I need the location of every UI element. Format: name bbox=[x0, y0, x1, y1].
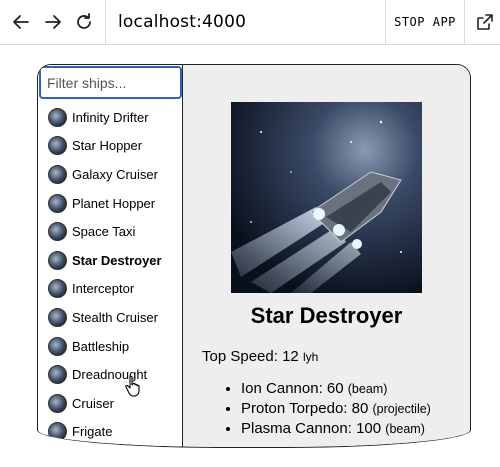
ship-list-item[interactable]: Frigate bbox=[38, 418, 182, 447]
weapon-item: Ion Cannon: 60 (beam) bbox=[241, 380, 431, 400]
ship-list-item[interactable]: Galaxy Cruiser bbox=[38, 160, 182, 189]
ship-name: Star Destroyer bbox=[72, 252, 162, 268]
weapon-type: (beam) bbox=[347, 382, 388, 396]
browser-toolbar: localhost:4000 STOP APP bbox=[0, 0, 500, 45]
ship-name: Infinity Drifter bbox=[72, 109, 149, 125]
ship-list-item[interactable]: Interceptor bbox=[38, 275, 182, 304]
weapon-type: (projectile) bbox=[372, 402, 431, 416]
top-speed-label: Top Speed: bbox=[202, 348, 278, 365]
ship-name: Interceptor bbox=[72, 281, 135, 297]
ship-name: Planet Hopper bbox=[72, 195, 156, 211]
weapon-power: 60 bbox=[326, 380, 344, 397]
toolbar-divider bbox=[105, 0, 106, 44]
top-speed: Top Speed: 12 lyh bbox=[202, 348, 318, 365]
ship-thumbnail bbox=[48, 393, 67, 413]
weapons-list: Ion Cannon: 60 (beam)Proton Torpedo: 80 … bbox=[221, 380, 431, 440]
toolbar-divider bbox=[464, 0, 465, 44]
ship-list-item[interactable]: Space Taxi bbox=[38, 217, 182, 246]
ship-thumbnail bbox=[48, 107, 67, 127]
ship-image bbox=[231, 102, 422, 293]
ship-list-item[interactable]: Planet Hopper bbox=[38, 189, 182, 218]
ship-name: Galaxy Cruiser bbox=[72, 166, 158, 182]
ship-list-item[interactable]: Infinity Drifter bbox=[38, 103, 182, 132]
top-speed-value: 12 bbox=[282, 348, 299, 365]
ship-list: Infinity Drifter Star Hopper Galaxy Cruise… bbox=[38, 103, 182, 446]
hand-cursor-icon bbox=[125, 375, 140, 397]
ship-list-item[interactable]: Cruiser bbox=[38, 389, 182, 418]
weapon-power: 80 bbox=[351, 400, 369, 417]
ship-name: Stealth Cruiser bbox=[72, 309, 158, 325]
ship-name: Frigate bbox=[72, 424, 113, 440]
ship-sidebar: Infinity Drifter Star Hopper Galaxy Cruise… bbox=[38, 65, 183, 447]
ship-thumbnail bbox=[48, 222, 67, 242]
ship-thumbnail bbox=[48, 307, 67, 327]
weapon-type: (beam) bbox=[385, 422, 425, 436]
ship-list-item[interactable]: Star Hopper bbox=[38, 132, 182, 161]
ship-detail-panel: Star Destroyer Top Speed: 12 lyh Ion Can… bbox=[183, 65, 470, 447]
ship-name: Cruiser bbox=[72, 395, 114, 411]
address-bar[interactable]: localhost:4000 bbox=[118, 12, 246, 32]
ship-thumbnail bbox=[48, 136, 67, 156]
weapon-name: Ion Cannon: bbox=[241, 380, 323, 397]
ship-list-item[interactable]: Star Destroyer bbox=[38, 246, 182, 275]
ship-list-item[interactable]: Battleship bbox=[38, 332, 182, 361]
forward-arrow-icon[interactable] bbox=[40, 9, 66, 35]
ship-thumbnail bbox=[48, 336, 67, 356]
ship-name: Star Hopper bbox=[72, 138, 143, 154]
ship-thumbnail bbox=[48, 164, 67, 184]
filter-ships-input[interactable] bbox=[39, 66, 182, 99]
weapon-name: Proton Torpedo: bbox=[241, 400, 348, 417]
top-speed-unit: lyh bbox=[302, 350, 319, 364]
weapon-name: Plasma Cannon: bbox=[241, 420, 352, 437]
ship-thumbnail bbox=[48, 365, 67, 385]
stop-app-button[interactable]: STOP APP bbox=[386, 0, 464, 44]
weapon-item: Proton Torpedo: 80 (projectile) bbox=[241, 400, 431, 420]
ship-thumbnail bbox=[48, 279, 67, 299]
open-external-icon[interactable] bbox=[476, 13, 494, 31]
ship-name: Space Taxi bbox=[72, 224, 136, 240]
ship-list-item[interactable]: Stealth Cruiser bbox=[38, 303, 182, 332]
ship-title: Star Destroyer bbox=[250, 303, 403, 328]
weapon-power: 100 bbox=[356, 420, 382, 437]
ship-thumbnail bbox=[48, 193, 67, 213]
reload-icon[interactable] bbox=[71, 9, 97, 35]
back-arrow-icon[interactable] bbox=[8, 9, 34, 35]
app-frame: Infinity Drifter Star Hopper Galaxy Cruise… bbox=[37, 64, 471, 448]
weapon-item: Plasma Cannon: 100 (beam) bbox=[241, 420, 431, 440]
ship-list-item[interactable]: Dreadnought bbox=[38, 360, 182, 389]
ship-name: Battleship bbox=[72, 338, 130, 354]
ship-thumbnail bbox=[48, 422, 67, 442]
ship-thumbnail bbox=[48, 250, 67, 270]
